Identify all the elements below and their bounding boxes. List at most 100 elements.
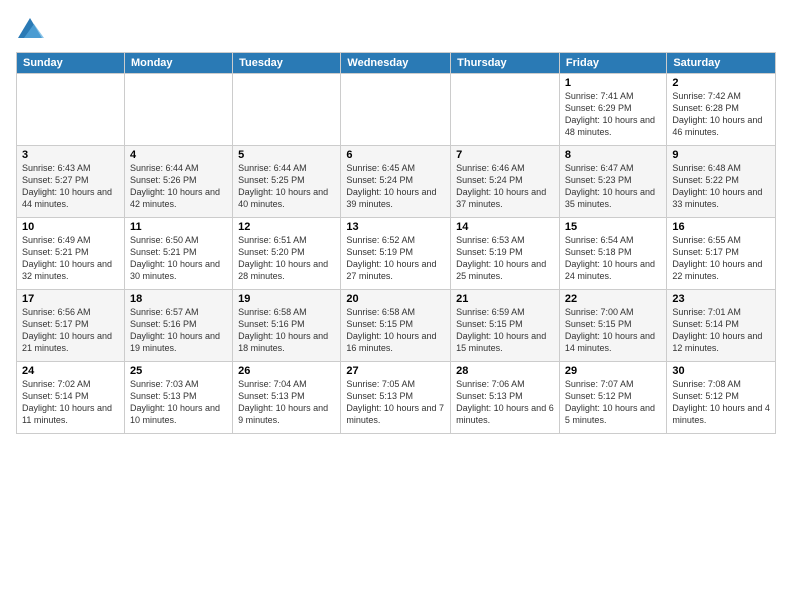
day-info: Sunrise: 6:58 AM Sunset: 5:16 PM Dayligh… (238, 306, 335, 355)
calendar-cell: 27Sunrise: 7:05 AM Sunset: 5:13 PM Dayli… (341, 362, 451, 434)
day-info: Sunrise: 7:02 AM Sunset: 5:14 PM Dayligh… (22, 378, 119, 427)
day-info: Sunrise: 6:53 AM Sunset: 5:19 PM Dayligh… (456, 234, 554, 283)
day-info: Sunrise: 7:07 AM Sunset: 5:12 PM Dayligh… (565, 378, 661, 427)
weekday-header: Friday (559, 53, 666, 74)
weekday-header: Sunday (17, 53, 125, 74)
weekday-header: Monday (124, 53, 232, 74)
day-number: 6 (346, 149, 445, 161)
day-info: Sunrise: 7:03 AM Sunset: 5:13 PM Dayligh… (130, 378, 227, 427)
page: SundayMondayTuesdayWednesdayThursdayFrid… (0, 0, 792, 612)
day-number: 11 (130, 221, 227, 233)
day-number: 15 (565, 221, 661, 233)
day-number: 28 (456, 365, 554, 377)
day-number: 3 (22, 149, 119, 161)
day-number: 10 (22, 221, 119, 233)
weekday-header: Wednesday (341, 53, 451, 74)
calendar-week-row: 17Sunrise: 6:56 AM Sunset: 5:17 PM Dayli… (17, 290, 776, 362)
day-number: 21 (456, 293, 554, 305)
day-info: Sunrise: 6:47 AM Sunset: 5:23 PM Dayligh… (565, 162, 661, 211)
day-number: 30 (672, 365, 770, 377)
day-info: Sunrise: 6:50 AM Sunset: 5:21 PM Dayligh… (130, 234, 227, 283)
weekday-header: Thursday (451, 53, 560, 74)
calendar-cell: 9Sunrise: 6:48 AM Sunset: 5:22 PM Daylig… (667, 146, 776, 218)
calendar-cell: 16Sunrise: 6:55 AM Sunset: 5:17 PM Dayli… (667, 218, 776, 290)
day-number: 26 (238, 365, 335, 377)
day-number: 13 (346, 221, 445, 233)
calendar-cell: 4Sunrise: 6:44 AM Sunset: 5:26 PM Daylig… (124, 146, 232, 218)
day-number: 7 (456, 149, 554, 161)
calendar-cell: 12Sunrise: 6:51 AM Sunset: 5:20 PM Dayli… (233, 218, 341, 290)
day-number: 18 (130, 293, 227, 305)
calendar-cell: 24Sunrise: 7:02 AM Sunset: 5:14 PM Dayli… (17, 362, 125, 434)
day-info: Sunrise: 6:45 AM Sunset: 5:24 PM Dayligh… (346, 162, 445, 211)
calendar-cell (17, 74, 125, 146)
day-number: 19 (238, 293, 335, 305)
calendar-cell (233, 74, 341, 146)
day-info: Sunrise: 7:05 AM Sunset: 5:13 PM Dayligh… (346, 378, 445, 427)
day-info: Sunrise: 6:55 AM Sunset: 5:17 PM Dayligh… (672, 234, 770, 283)
day-info: Sunrise: 7:01 AM Sunset: 5:14 PM Dayligh… (672, 306, 770, 355)
calendar-cell: 19Sunrise: 6:58 AM Sunset: 5:16 PM Dayli… (233, 290, 341, 362)
day-info: Sunrise: 7:42 AM Sunset: 6:28 PM Dayligh… (672, 90, 770, 139)
day-number: 22 (565, 293, 661, 305)
calendar-cell: 25Sunrise: 7:03 AM Sunset: 5:13 PM Dayli… (124, 362, 232, 434)
day-number: 2 (672, 77, 770, 89)
calendar-cell: 8Sunrise: 6:47 AM Sunset: 5:23 PM Daylig… (559, 146, 666, 218)
day-info: Sunrise: 6:48 AM Sunset: 5:22 PM Dayligh… (672, 162, 770, 211)
logo-icon (16, 16, 44, 44)
day-number: 12 (238, 221, 335, 233)
calendar-cell: 11Sunrise: 6:50 AM Sunset: 5:21 PM Dayli… (124, 218, 232, 290)
day-info: Sunrise: 6:51 AM Sunset: 5:20 PM Dayligh… (238, 234, 335, 283)
calendar-cell (124, 74, 232, 146)
day-number: 8 (565, 149, 661, 161)
day-info: Sunrise: 6:46 AM Sunset: 5:24 PM Dayligh… (456, 162, 554, 211)
calendar-cell: 22Sunrise: 7:00 AM Sunset: 5:15 PM Dayli… (559, 290, 666, 362)
calendar-cell: 13Sunrise: 6:52 AM Sunset: 5:19 PM Dayli… (341, 218, 451, 290)
calendar-cell: 2Sunrise: 7:42 AM Sunset: 6:28 PM Daylig… (667, 74, 776, 146)
day-number: 20 (346, 293, 445, 305)
calendar-cell (341, 74, 451, 146)
calendar-header-row: SundayMondayTuesdayWednesdayThursdayFrid… (17, 53, 776, 74)
calendar-week-row: 10Sunrise: 6:49 AM Sunset: 5:21 PM Dayli… (17, 218, 776, 290)
calendar-cell: 10Sunrise: 6:49 AM Sunset: 5:21 PM Dayli… (17, 218, 125, 290)
calendar-cell: 17Sunrise: 6:56 AM Sunset: 5:17 PM Dayli… (17, 290, 125, 362)
calendar-week-row: 24Sunrise: 7:02 AM Sunset: 5:14 PM Dayli… (17, 362, 776, 434)
day-number: 24 (22, 365, 119, 377)
day-number: 16 (672, 221, 770, 233)
day-info: Sunrise: 6:44 AM Sunset: 5:25 PM Dayligh… (238, 162, 335, 211)
logo (16, 16, 48, 44)
day-number: 14 (456, 221, 554, 233)
header-row (16, 12, 776, 44)
calendar-table: SundayMondayTuesdayWednesdayThursdayFrid… (16, 52, 776, 434)
day-number: 23 (672, 293, 770, 305)
weekday-header: Tuesday (233, 53, 341, 74)
calendar-cell: 1Sunrise: 7:41 AM Sunset: 6:29 PM Daylig… (559, 74, 666, 146)
day-number: 29 (565, 365, 661, 377)
calendar-cell: 20Sunrise: 6:58 AM Sunset: 5:15 PM Dayli… (341, 290, 451, 362)
day-number: 27 (346, 365, 445, 377)
calendar-cell: 23Sunrise: 7:01 AM Sunset: 5:14 PM Dayli… (667, 290, 776, 362)
calendar-week-row: 3Sunrise: 6:43 AM Sunset: 5:27 PM Daylig… (17, 146, 776, 218)
day-info: Sunrise: 7:41 AM Sunset: 6:29 PM Dayligh… (565, 90, 661, 139)
calendar-cell: 18Sunrise: 6:57 AM Sunset: 5:16 PM Dayli… (124, 290, 232, 362)
calendar-cell: 26Sunrise: 7:04 AM Sunset: 5:13 PM Dayli… (233, 362, 341, 434)
calendar-cell: 28Sunrise: 7:06 AM Sunset: 5:13 PM Dayli… (451, 362, 560, 434)
calendar-cell: 5Sunrise: 6:44 AM Sunset: 5:25 PM Daylig… (233, 146, 341, 218)
day-number: 9 (672, 149, 770, 161)
day-info: Sunrise: 7:08 AM Sunset: 5:12 PM Dayligh… (672, 378, 770, 427)
day-number: 4 (130, 149, 227, 161)
day-number: 17 (22, 293, 119, 305)
day-info: Sunrise: 6:43 AM Sunset: 5:27 PM Dayligh… (22, 162, 119, 211)
calendar-cell: 6Sunrise: 6:45 AM Sunset: 5:24 PM Daylig… (341, 146, 451, 218)
weekday-header: Saturday (667, 53, 776, 74)
day-info: Sunrise: 7:06 AM Sunset: 5:13 PM Dayligh… (456, 378, 554, 427)
calendar-week-row: 1Sunrise: 7:41 AM Sunset: 6:29 PM Daylig… (17, 74, 776, 146)
day-info: Sunrise: 6:57 AM Sunset: 5:16 PM Dayligh… (130, 306, 227, 355)
calendar-cell: 29Sunrise: 7:07 AM Sunset: 5:12 PM Dayli… (559, 362, 666, 434)
calendar-cell (451, 74, 560, 146)
calendar-cell: 3Sunrise: 6:43 AM Sunset: 5:27 PM Daylig… (17, 146, 125, 218)
day-info: Sunrise: 6:59 AM Sunset: 5:15 PM Dayligh… (456, 306, 554, 355)
day-number: 1 (565, 77, 661, 89)
day-info: Sunrise: 6:52 AM Sunset: 5:19 PM Dayligh… (346, 234, 445, 283)
day-info: Sunrise: 6:44 AM Sunset: 5:26 PM Dayligh… (130, 162, 227, 211)
